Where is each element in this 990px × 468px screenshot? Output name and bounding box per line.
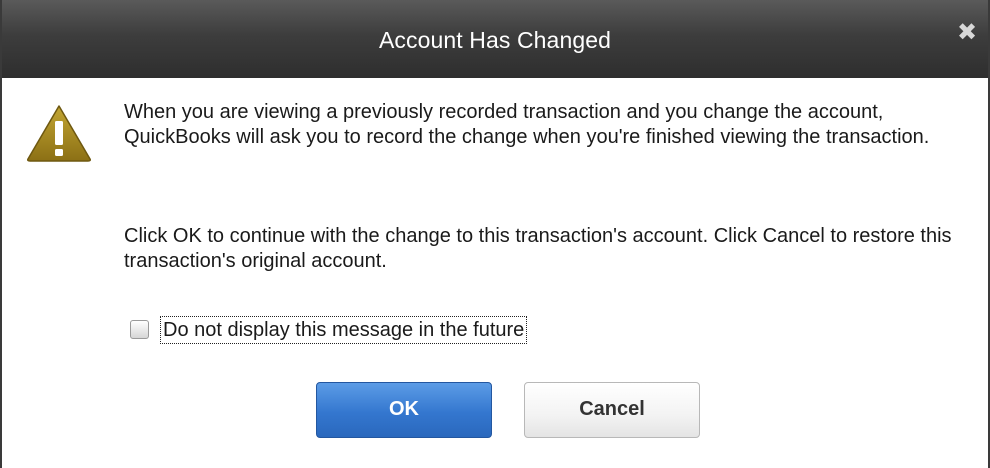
dialog-titlebar[interactable]: Account Has Changed ✖ xyxy=(2,0,988,78)
message-paragraph-1: When you are viewing a previously record… xyxy=(124,101,930,148)
ok-button[interactable]: OK xyxy=(316,382,492,438)
cancel-button[interactable]: Cancel xyxy=(524,382,700,438)
dialog-title: Account Has Changed xyxy=(378,27,612,53)
account-changed-dialog: Account Has Changed ✖ When you are viewi… xyxy=(0,0,990,468)
dont-show-again-checkbox[interactable] xyxy=(130,320,149,339)
warning-icon xyxy=(26,104,92,162)
dont-show-again-label[interactable]: Do not display this message in the futur… xyxy=(160,316,528,344)
close-icon[interactable]: ✖ xyxy=(954,20,980,46)
message-paragraph-2: Click OK to continue with the change to … xyxy=(124,225,952,272)
